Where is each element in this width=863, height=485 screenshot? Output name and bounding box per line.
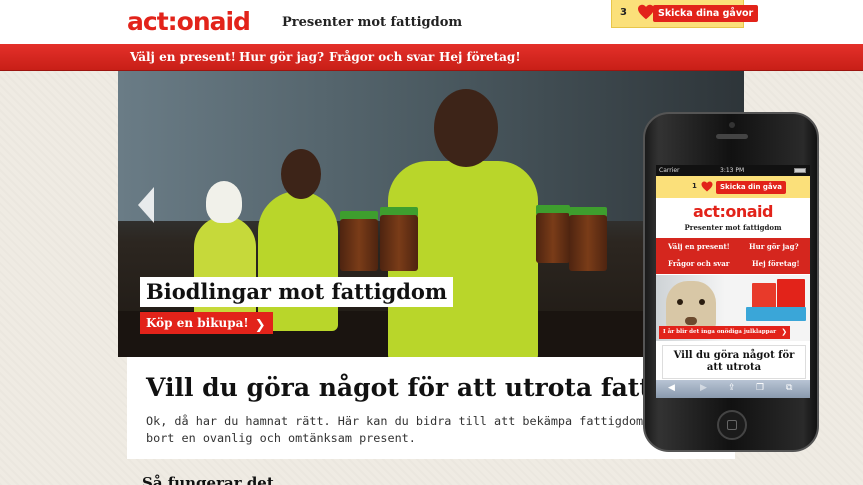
hero-title: Biodlingar mot fattigdom bbox=[140, 277, 454, 307]
goat-eye bbox=[677, 299, 683, 305]
mobile-nav: Välj en present! Hur gör jag? Frågor och… bbox=[656, 238, 810, 274]
mobile-banner-caption: I år blir det inga onödiga julklappar ❯ bbox=[659, 326, 791, 339]
home-square-icon bbox=[727, 420, 737, 430]
mobile-nav-how[interactable]: Hur gör jag? bbox=[749, 242, 799, 251]
chevron-right-icon: ❯ bbox=[781, 328, 788, 336]
mobile-banner-caption-text: I år blir det inga onödiga julklappar bbox=[663, 329, 777, 335]
phone-camera bbox=[729, 122, 735, 128]
mobile-nav-faq[interactable]: Frågor och svar bbox=[668, 259, 729, 268]
actionaid-logo[interactable]: act:onaid bbox=[127, 7, 251, 36]
phone-status-bar: Carrier 3:13 PM bbox=[656, 165, 810, 176]
safari-toolbar: ◀ ▶ ⇪ ❐ ⧉ bbox=[656, 380, 810, 398]
iphone-mockup: Carrier 3:13 PM 1 Skicka din gåva act:on… bbox=[643, 112, 819, 452]
mobile-actionaid-logo[interactable]: act:onaid bbox=[656, 202, 810, 221]
tabs-icon[interactable]: ⧉ bbox=[786, 383, 792, 393]
status-carrier: Carrier bbox=[659, 167, 680, 174]
chevron-left-icon[interactable] bbox=[138, 187, 154, 223]
phone-speaker bbox=[716, 134, 748, 139]
nav-item-how[interactable]: Hur gör jag? bbox=[239, 50, 324, 64]
honey-jar bbox=[536, 213, 570, 263]
hero-person-back-left bbox=[194, 216, 256, 326]
honey-jar bbox=[569, 215, 607, 271]
buy-beehive-button[interactable]: Köp en bikupa! ❯ bbox=[140, 312, 273, 334]
send-gifts-button[interactable]: Skicka dina gåvor bbox=[653, 5, 759, 22]
site-tagline: Presenter mot fattigdom bbox=[282, 15, 463, 30]
hero-person-middle-head bbox=[281, 149, 321, 199]
back-icon[interactable]: ◀ bbox=[668, 383, 675, 393]
goat-eye bbox=[699, 299, 705, 305]
mobile-nav-choose-gift[interactable]: Välj en present! bbox=[668, 242, 730, 251]
hero-person-back-left-headscarf bbox=[206, 181, 242, 223]
mobile-cart-count: 1 bbox=[692, 182, 697, 190]
hero-person-middle bbox=[258, 191, 338, 331]
chevron-right-icon: ❯ bbox=[254, 318, 266, 333]
mobile-nav-companies[interactable]: Hej företag! bbox=[752, 259, 800, 268]
status-time: 3:13 PM bbox=[720, 167, 745, 174]
mobile-gift-cart: 1 Skicka din gåva bbox=[656, 176, 810, 198]
phone-screen: Carrier 3:13 PM 1 Skicka din gåva act:on… bbox=[656, 165, 810, 398]
honey-jar bbox=[380, 215, 418, 271]
share-icon[interactable]: ⇪ bbox=[728, 383, 736, 393]
honey-jar bbox=[340, 219, 378, 271]
phone-home-button[interactable] bbox=[717, 410, 747, 440]
nav-item-choose-gift[interactable]: Välj en present! bbox=[130, 50, 236, 64]
gift-cart: 3 Skicka dina gåvor bbox=[611, 0, 759, 28]
mobile-tagline: Presenter mot fattigdom bbox=[684, 223, 782, 232]
how-it-works-heading: Så fungerar det bbox=[142, 474, 274, 485]
bookmarks-icon[interactable]: ❐ bbox=[756, 383, 764, 393]
forward-icon[interactable]: ▶ bbox=[700, 383, 707, 393]
cart-count: 3 bbox=[620, 7, 627, 18]
mobile-headline: Vill du göra något för att utrota bbox=[662, 345, 806, 379]
goat-nose bbox=[685, 317, 697, 325]
nav-item-faq[interactable]: Frågor och svar bbox=[329, 50, 434, 64]
nav-item-companies[interactable]: Hej företag! bbox=[439, 50, 521, 64]
mobile-banner[interactable]: I år blir det inga onödiga julklappar ❯ bbox=[656, 275, 810, 341]
battery-icon bbox=[794, 168, 806, 173]
buy-beehive-label: Köp en bikupa! bbox=[146, 316, 249, 330]
main-nav: Välj en present! Hur gör jag? Frågor och… bbox=[0, 44, 863, 71]
hero-person-main-head bbox=[434, 89, 498, 167]
gift-box-image bbox=[746, 307, 806, 321]
heart-icon bbox=[701, 181, 713, 192]
mobile-send-gift-button[interactable]: Skicka din gåva bbox=[716, 181, 786, 194]
